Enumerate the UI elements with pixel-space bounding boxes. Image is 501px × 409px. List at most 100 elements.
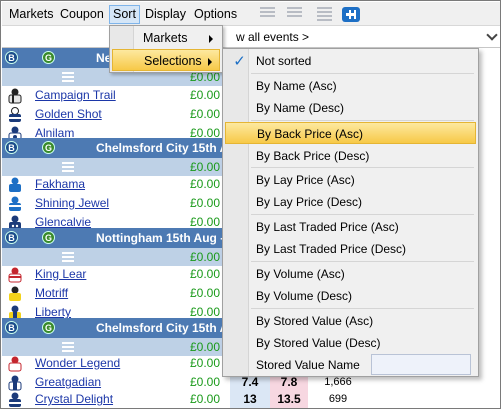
sort-name-asc[interactable]: By Name (Asc) <box>225 75 476 97</box>
runner-row[interactable]: Wonder Legend £0.00 <box>2 354 222 373</box>
runner-name[interactable]: Motriff <box>35 286 68 300</box>
runner-pl: £0.00 <box>190 286 221 300</box>
menu-item-label: By Lay Price (Asc) <box>256 173 355 187</box>
runner-pl: £0.00 <box>190 356 221 370</box>
runner-name[interactable]: Wonder Legend <box>35 356 120 370</box>
green-up-badge-icon[interactable]: G <box>42 141 55 154</box>
menu-separator <box>251 73 474 74</box>
jockey-silks-icon <box>7 392 23 408</box>
sort-lay-price-desc[interactable]: By Lay Price (Desc) <box>225 191 476 213</box>
stored-value-name-input[interactable] <box>371 354 471 375</box>
runner-row[interactable]: King Lear £0.00 <box>2 265 222 284</box>
menu-display[interactable]: Display <box>145 4 186 24</box>
collapse-icon[interactable] <box>342 7 360 22</box>
market-title: Nottingham 15th Aug - <box>96 231 225 245</box>
menu-item-label: By Lay Price (Desc) <box>256 195 363 209</box>
jockey-silks-icon <box>7 107 23 123</box>
market-title: Chelmsford City 15th A <box>96 321 229 335</box>
menu-separator <box>251 120 474 121</box>
sort-back-price-desc[interactable]: By Back Price (Desc) <box>225 145 476 167</box>
back-badge-icon[interactable]: B <box>5 321 18 334</box>
chevron-down-icon[interactable] <box>486 29 498 41</box>
sort-volume-asc[interactable]: By Volume (Asc) <box>225 263 476 285</box>
runner-row[interactable]: Campaign Trail £0.00 <box>2 86 222 105</box>
sort-ltp-desc[interactable]: By Last Traded Price (Desc) <box>225 238 476 260</box>
back-badge-icon[interactable]: B <box>5 51 18 64</box>
sort-menu-selections[interactable]: Selections <box>112 49 220 71</box>
back-badge-icon[interactable]: B <box>5 231 18 244</box>
market-pl: £0.00 <box>190 250 221 264</box>
runner-pl: £0.00 <box>190 267 221 281</box>
sort-menu-markets[interactable]: Markets <box>112 27 220 49</box>
sort-ltp-asc[interactable]: By Last Traded Price (Asc) <box>225 216 476 238</box>
back-price-cell[interactable]: 13 <box>230 390 270 408</box>
menu-separator <box>251 308 474 309</box>
selections-submenu: ✓ Not sorted By Name (Asc) By Name (Desc… <box>222 48 479 377</box>
menu-item-label: By Last Traded Price (Asc) <box>256 220 399 234</box>
market-header[interactable]: B G Nottingham 15th Aug - <box>2 228 225 248</box>
market-subrow: £0.00 <box>2 248 222 266</box>
menu-item-label: By Volume (Asc) <box>256 267 345 281</box>
runner-name[interactable]: Crystal Delight <box>35 392 113 406</box>
runner-row[interactable]: Fakhama £0.00 <box>2 175 222 194</box>
menu-item-label: By Name (Asc) <box>256 79 337 93</box>
menu-item-label: By Stored Value (Desc) <box>256 336 381 350</box>
market-lines-icon[interactable] <box>62 72 74 84</box>
menu-item-label: By Back Price (Asc) <box>257 127 364 141</box>
runner-name[interactable]: Shining Jewel <box>35 196 109 210</box>
market-pl: £0.00 <box>190 160 221 174</box>
app-window: Markets Coupon Sort Display Options w al… <box>0 0 501 409</box>
sort-volume-desc[interactable]: By Volume (Desc) <box>225 285 476 307</box>
sort-name-desc[interactable]: By Name (Desc) <box>225 97 476 119</box>
all-events-link[interactable]: w all events > <box>236 30 309 44</box>
green-up-badge-icon[interactable]: G <box>42 51 55 64</box>
checkmark-icon: ✓ <box>233 53 246 70</box>
green-up-badge-icon[interactable]: G <box>42 321 55 334</box>
runner-pl: £0.00 <box>190 88 221 102</box>
runner-row[interactable]: Golden Shot £0.00 <box>2 105 222 124</box>
market-pl: £0.00 <box>190 340 221 354</box>
market-header[interactable]: B G Chelmsford City 15th A <box>2 138 228 158</box>
menu-coupon[interactable]: Coupon <box>60 4 104 24</box>
market-lines-icon[interactable] <box>62 162 74 174</box>
runner-pl: £0.00 <box>190 107 221 121</box>
menu-bar: Markets Coupon Sort Display Options <box>2 2 500 26</box>
runner-pl: £0.00 <box>190 375 221 389</box>
menu-item-label: By Last Traded Price (Desc) <box>256 242 407 256</box>
runner-row[interactable]: Shining Jewel £0.00 <box>2 194 222 213</box>
lay-price-cell[interactable]: 13.5 <box>270 390 308 408</box>
list-view-icon[interactable] <box>260 7 275 22</box>
menu-item-label: Not sorted <box>256 54 312 68</box>
sort-back-price-asc[interactable]: By Back Price (Asc) <box>225 122 476 144</box>
compact-view-icon[interactable] <box>287 7 302 22</box>
runner-name[interactable]: Campaign Trail <box>35 88 116 102</box>
sort-stored-value-asc[interactable]: By Stored Value (Asc) <box>225 310 476 332</box>
market-header[interactable]: B G Chelmsford City 15th A <box>2 318 228 338</box>
menu-item-label: By Name (Desc) <box>256 101 345 115</box>
runner-name[interactable]: Glencalvie <box>35 215 91 229</box>
ladder-view-icon[interactable] <box>317 7 332 22</box>
sort-lay-price-asc[interactable]: By Lay Price (Asc) <box>225 169 476 191</box>
submenu-arrow-icon <box>209 35 213 43</box>
sort-not-sorted[interactable]: ✓ Not sorted <box>225 50 476 72</box>
runner-name[interactable]: Golden Shot <box>35 107 102 121</box>
runner-name[interactable]: Liberty <box>35 305 71 319</box>
runner-row[interactable]: Crystal Delight £0.00 <box>2 390 222 408</box>
menu-options[interactable]: Options <box>194 4 237 24</box>
green-up-badge-icon[interactable]: G <box>42 231 55 244</box>
runner-row[interactable]: Motriff £0.00 <box>2 284 222 303</box>
menu-sort[interactable]: Sort <box>109 5 140 24</box>
events-bar[interactable]: w all events > <box>2 26 500 48</box>
market-lines-icon[interactable] <box>62 342 74 354</box>
sort-stored-value-desc[interactable]: By Stored Value (Desc) <box>225 332 476 354</box>
market-lines-icon[interactable] <box>62 252 74 264</box>
runner-name[interactable]: King Lear <box>35 267 86 281</box>
jockey-silks-icon <box>7 196 23 212</box>
runner-name[interactable]: Greatgadian <box>35 375 101 389</box>
volume-cell: 699 <box>328 393 348 405</box>
jockey-silks-icon <box>7 177 23 193</box>
back-badge-icon[interactable]: B <box>5 141 18 154</box>
menu-markets[interactable]: Markets <box>9 4 53 24</box>
menu-separator <box>251 261 474 262</box>
runner-name[interactable]: Fakhama <box>35 177 85 191</box>
